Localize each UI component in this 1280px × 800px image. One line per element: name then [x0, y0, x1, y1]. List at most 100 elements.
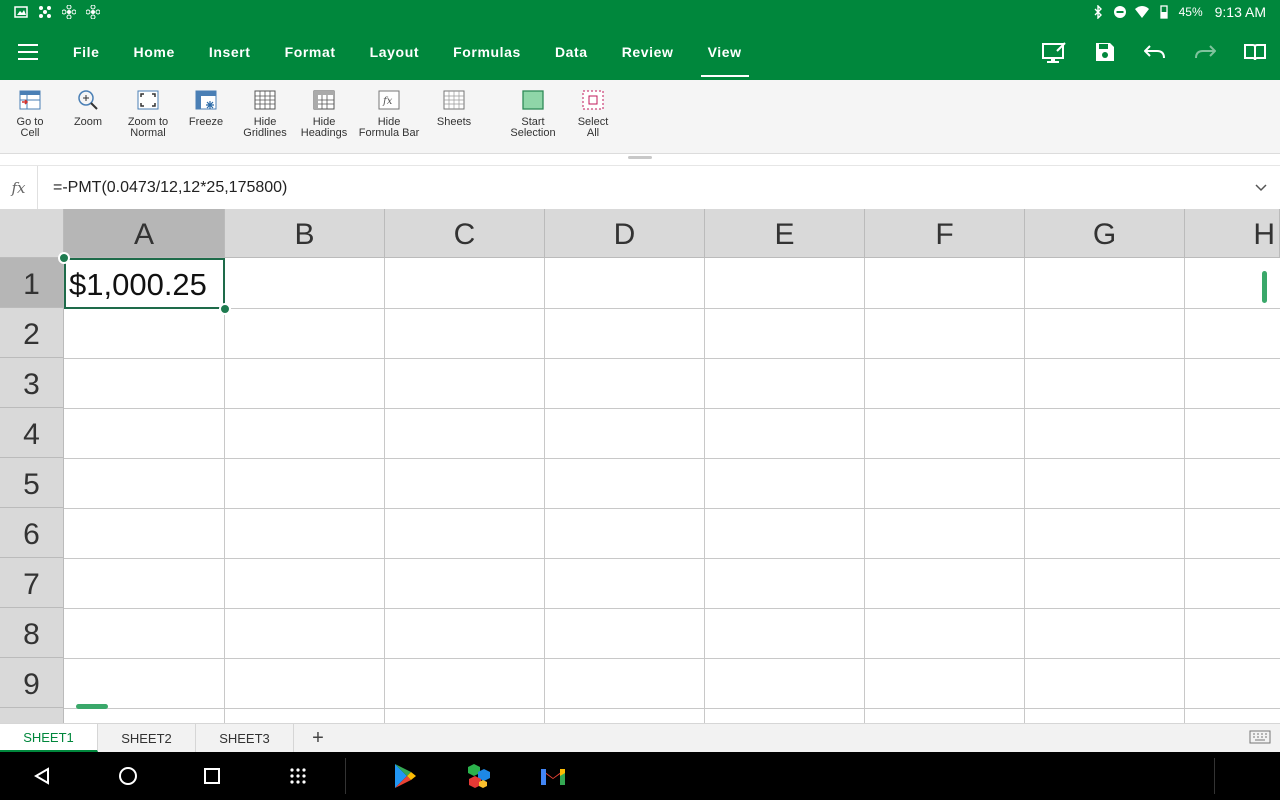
hide-headings-button[interactable]: Hide Headings [294, 88, 354, 139]
horizontal-scrollbar[interactable] [76, 704, 108, 709]
selection-handle-bottom-right[interactable] [219, 303, 231, 315]
sheets-button[interactable]: Sheets [424, 88, 484, 128]
tab-review[interactable]: Review [605, 24, 691, 80]
row-header-3[interactable]: 3 [0, 358, 64, 408]
column-header-g[interactable]: G [1025, 209, 1185, 258]
tab-layout[interactable]: Layout [353, 24, 437, 80]
tab-insert[interactable]: Insert [192, 24, 268, 80]
row-header-2[interactable]: 2 [0, 308, 64, 358]
sheets-label: Sheets [436, 116, 472, 128]
tab-format[interactable]: Format [268, 24, 353, 80]
row-header-1[interactable]: 1 [0, 258, 64, 308]
back-icon [34, 767, 49, 785]
hide-gridlines-button[interactable]: Hide Gridlines [235, 88, 295, 139]
gridline [544, 258, 545, 723]
column-header-b[interactable]: B [225, 209, 385, 258]
sheet-tab-3[interactable]: SHEET3 [196, 724, 294, 752]
battery-level: 45% [1178, 5, 1203, 19]
gridline [1024, 258, 1025, 723]
row-header-7[interactable]: 7 [0, 558, 64, 608]
zoom-button[interactable]: Zoom [58, 88, 118, 128]
hide-formula-bar-button[interactable]: fx Hide Formula Bar [359, 88, 419, 139]
sheet-tab-1[interactable]: SHEET1 [0, 724, 98, 752]
recents-button[interactable] [188, 752, 236, 800]
menu-icon [18, 44, 38, 60]
select-all-icon [582, 90, 604, 110]
reading-mode-button[interactable] [1030, 24, 1080, 80]
undo-button[interactable] [1130, 24, 1180, 80]
row-header-9[interactable]: 9 [0, 658, 64, 708]
sheets-icon [443, 90, 465, 110]
tab-data[interactable]: Data [538, 24, 605, 80]
column-header-e[interactable]: E [705, 209, 865, 258]
gmail-icon [541, 769, 565, 785]
ribbon-collapse-handle[interactable] [628, 156, 652, 159]
home-button[interactable] [104, 752, 152, 800]
cell-a1[interactable]: $1,000.25 [64, 258, 225, 309]
sheet-tab-bar: SHEET1 SHEET2 SHEET3 + [0, 723, 1280, 752]
save-icon [1096, 43, 1114, 61]
hide-headings-label-2: Headings [300, 127, 348, 139]
tab-formulas[interactable]: Formulas [436, 24, 538, 80]
tab-home[interactable]: Home [117, 24, 192, 80]
row-header-10[interactable] [0, 708, 64, 723]
select-all-label-2: All [586, 127, 600, 139]
tab-file[interactable]: File [56, 24, 117, 80]
zoom-to-normal-button[interactable]: Zoom to Normal [118, 88, 178, 139]
select-all-corner[interactable] [0, 209, 64, 258]
gridline [1184, 258, 1185, 723]
hide-formula-bar-label-2: Formula Bar [358, 127, 420, 139]
row-header-6[interactable]: 6 [0, 508, 64, 558]
keyboard-toggle-button[interactable] [1240, 724, 1280, 752]
column-header-f[interactable]: F [865, 209, 1025, 258]
office-app-shortcut[interactable] [455, 752, 503, 800]
vertical-scrollbar[interactable] [1262, 271, 1267, 303]
row-header-5[interactable]: 5 [0, 458, 64, 508]
column-header-h[interactable]: H [1185, 209, 1280, 258]
gridline [64, 308, 1280, 309]
app-drawer-button[interactable] [274, 752, 322, 800]
gmail-shortcut[interactable] [529, 752, 577, 800]
ribbon-tabs: File Home Insert Format Layout Formulas … [56, 24, 759, 80]
gridline [64, 658, 1280, 659]
back-button[interactable] [18, 752, 66, 800]
spreadsheet-grid[interactable]: A B C D E F G H 1 2 3 4 5 6 7 8 9 $1,000… [0, 209, 1280, 723]
column-header-a[interactable]: A [64, 209, 225, 258]
play-store-shortcut[interactable] [381, 752, 429, 800]
formula-bar-icon: fx [378, 90, 400, 110]
formula-expand-button[interactable] [1242, 179, 1280, 197]
tab-view[interactable]: View [691, 24, 759, 80]
redo-button[interactable] [1180, 24, 1230, 80]
gridline [64, 358, 1280, 359]
menu-button[interactable] [0, 24, 56, 80]
gridline [64, 508, 1280, 509]
gridline [64, 708, 1280, 709]
gridline [64, 458, 1280, 459]
book-icon [1244, 44, 1266, 61]
select-all-button[interactable]: Select All [563, 88, 623, 139]
book-button[interactable] [1230, 24, 1280, 80]
nav-divider [345, 758, 346, 794]
start-selection-button[interactable]: Start Selection [503, 88, 563, 139]
sheet-tab-2[interactable]: SHEET2 [98, 724, 196, 752]
selection-handle-top-left[interactable] [58, 252, 70, 264]
status-bar: 45% 9:13 AM [0, 0, 1280, 24]
column-header-d[interactable]: D [545, 209, 705, 258]
row-header-4[interactable]: 4 [0, 408, 64, 458]
system-navigation-bar [0, 752, 1280, 800]
go-to-cell-button[interactable]: Go to Cell [0, 88, 60, 139]
headings-icon [313, 90, 335, 110]
fx-icon[interactable]: fx [0, 165, 38, 210]
add-sheet-button[interactable]: + [294, 724, 342, 752]
column-header-c[interactable]: C [385, 209, 545, 258]
row-header-8[interactable]: 8 [0, 608, 64, 658]
formula-input[interactable]: =-PMT(0.0473/12,12*25,175800) [53, 179, 287, 197]
formula-bar: fx =-PMT(0.0473/12,12*25,175800) [0, 165, 1280, 210]
nav-divider [1214, 758, 1215, 794]
start-selection-icon [522, 90, 544, 110]
freeze-button[interactable]: Freeze [176, 88, 236, 128]
gridline [64, 608, 1280, 609]
go-to-cell-label-2: Cell [20, 127, 40, 139]
zoom-to-normal-label-2: Normal [130, 127, 166, 139]
save-button[interactable] [1080, 24, 1130, 80]
